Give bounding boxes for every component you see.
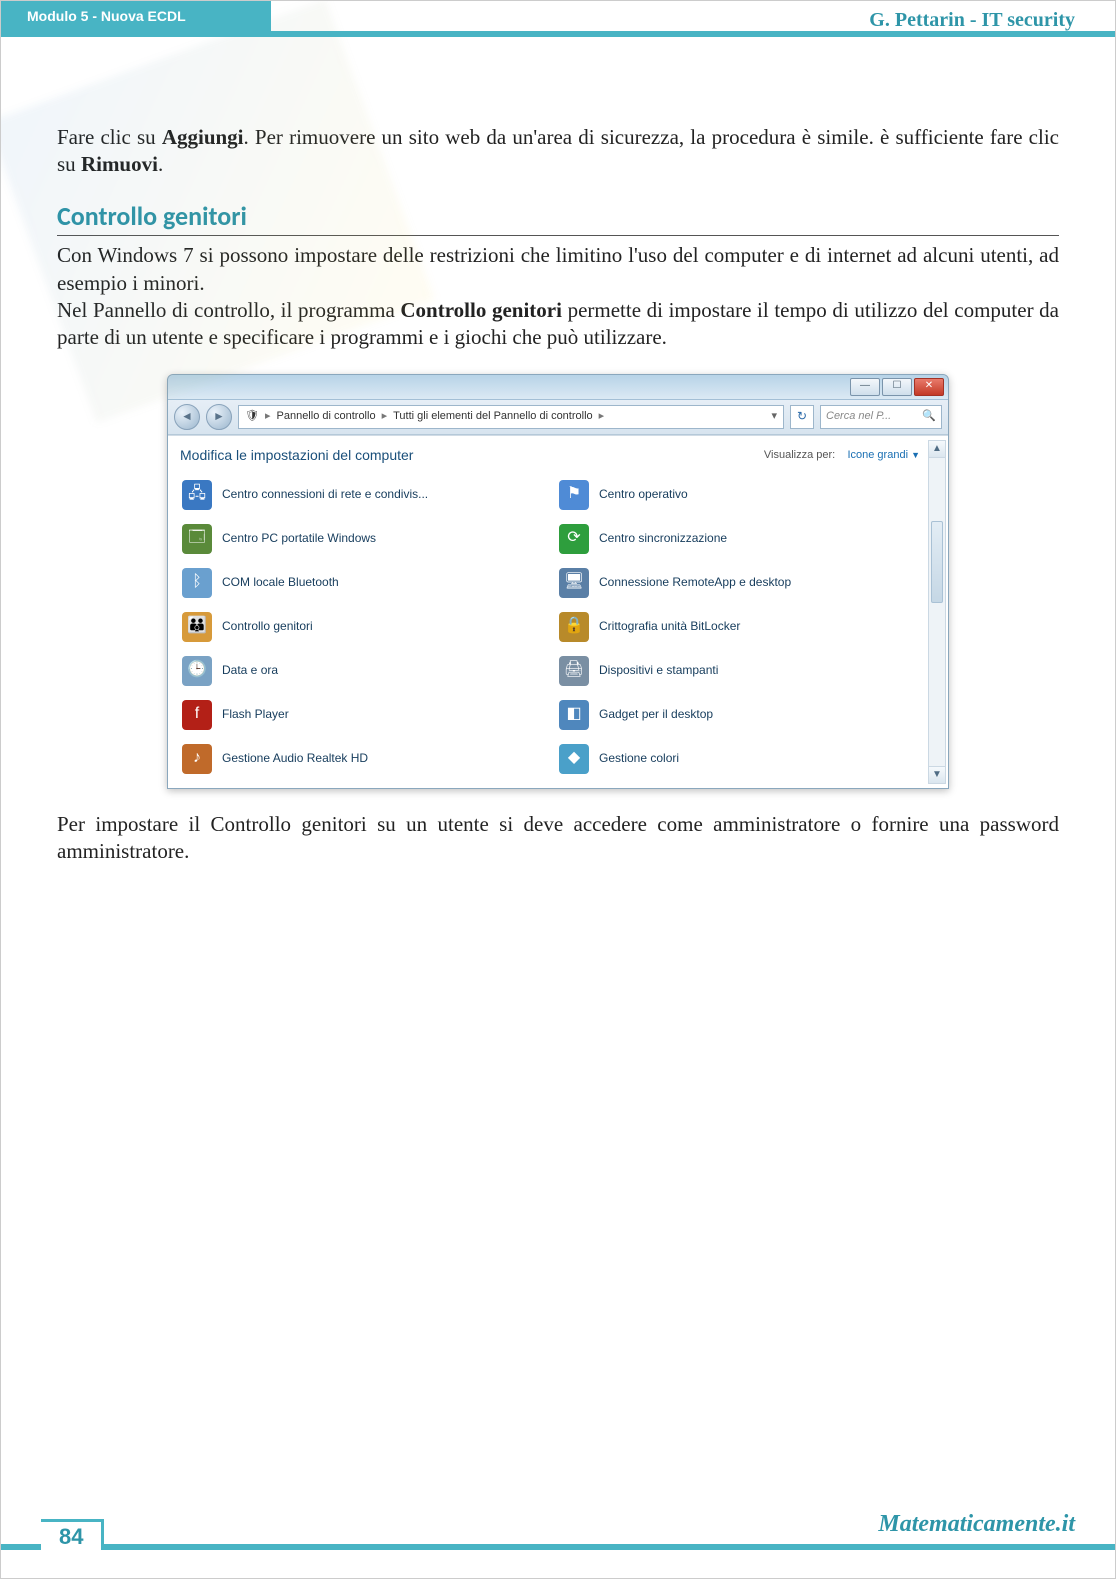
scroll-thumb[interactable] <box>931 521 943 603</box>
control-panel-item[interactable]: 🕒 Data e ora <box>180 652 547 690</box>
address-bar-row: ◄ ► 🛡 ▸ Pannello di controllo ▸ Tutti gl… <box>168 400 948 435</box>
control-panel-item-icon: ◆ <box>559 744 589 774</box>
control-panel-item-label: Flash Player <box>222 708 289 722</box>
header-bar: Modulo 5 - Nuova ECDL G. Pettarin - IT s… <box>1 1 1115 47</box>
footer-site: Matematicamente.it <box>878 1511 1075 1538</box>
control-panel-item[interactable]: 🖧 Centro connessioni di rete e condivis..… <box>180 476 547 514</box>
control-panel-item[interactable]: 👪 Controllo genitori <box>180 608 547 646</box>
bold-rimuovi: Rimuovi <box>81 152 158 176</box>
control-panel-item-icon: 👪 <box>182 612 212 642</box>
control-panel-item-label: Centro operativo <box>599 488 688 502</box>
control-panel-item-icon: 🖥 <box>559 568 589 598</box>
control-panel-item-label: Data e ora <box>222 664 278 678</box>
control-panel-item-icon: 🕒 <box>182 656 212 686</box>
control-panel-item[interactable]: ᛒ COM locale Bluetooth <box>180 564 547 602</box>
page: Modulo 5 - Nuova ECDL G. Pettarin - IT s… <box>0 0 1116 1579</box>
nav-forward-button[interactable]: ► <box>206 404 232 430</box>
control-panel-item-label: Crittografia unità BitLocker <box>599 620 740 634</box>
body-content: Fare clic su Aggiungi. Per rimuovere un … <box>1 47 1115 865</box>
section-title: Controllo genitori <box>57 200 1059 234</box>
control-panel-item[interactable]: 🖨 Dispositivi e stampanti <box>557 652 924 690</box>
page-number: 84 <box>41 1519 104 1550</box>
search-placeholder: Cerca nel P... <box>826 409 891 423</box>
control-panel-items-grid: 🖧 Centro connessioni di rete e condivis..… <box>180 476 948 778</box>
header-left-title: Modulo 5 - Nuova ECDL <box>1 1 271 31</box>
control-panel-item-label: Dispositivi e stampanti <box>599 664 718 678</box>
bold-controllo-genitori: Controllo genitori <box>400 298 562 322</box>
text: Fare clic su <box>57 125 162 149</box>
nav-back-button[interactable]: ◄ <box>174 404 200 430</box>
minimize-button[interactable]: — <box>850 378 880 396</box>
paragraph-3: Nel Pannello di controllo, il programma … <box>57 297 1059 352</box>
bold-aggiungi: Aggiungi <box>162 125 244 149</box>
control-panel-item[interactable]: 🖥 Connessione RemoteApp e desktop <box>557 564 924 602</box>
control-panel-item-icon: ◧ <box>559 700 589 730</box>
control-panel-item-label: Gestione colori <box>599 752 679 766</box>
control-panel-item-icon: 🖧 <box>182 480 212 510</box>
control-panel-item-icon: ⟳ <box>559 524 589 554</box>
control-panel-item-label: Centro sincronizzazione <box>599 532 727 546</box>
chevron-down-icon[interactable]: ▼ <box>911 450 920 460</box>
chevron-down-icon[interactable]: ▾ <box>771 409 777 423</box>
control-panel-item-icon: 🔒 <box>559 612 589 642</box>
breadcrumb-2[interactable]: Tutti gli elementi del Pannello di contr… <box>393 409 593 423</box>
control-panel-window: — ☐ ✕ ◄ ► 🛡 ▸ Pannello di controllo ▸ Tu… <box>167 374 949 789</box>
vertical-scrollbar[interactable]: ▲ ▼ <box>928 440 946 784</box>
control-panel-item-icon: 🗔 <box>182 524 212 554</box>
text: . <box>158 152 163 176</box>
control-panel-item[interactable]: ⟳ Centro sincronizzazione <box>557 520 924 558</box>
text: Nel Pannello di controllo, il programma <box>57 298 400 322</box>
control-panel-item-label: Connessione RemoteApp e desktop <box>599 576 791 590</box>
scroll-up-arrow-icon[interactable]: ▲ <box>929 441 945 458</box>
breadcrumb-1[interactable]: Pannello di controllo <box>277 409 376 423</box>
control-panel-item-icon: ⚑ <box>559 480 589 510</box>
paragraph-1: Fare clic su Aggiungi. Per rimuovere un … <box>57 124 1059 179</box>
chevron-right-icon: ▸ <box>382 409 388 423</box>
window-body: Modifica le impostazioni del computer Vi… <box>168 435 948 788</box>
control-panel-item-icon: ᛒ <box>182 568 212 598</box>
scroll-down-arrow-icon[interactable]: ▼ <box>929 766 945 783</box>
view-by-value[interactable]: Icone grandi <box>847 449 908 461</box>
footer: Matematicamente.it 84 <box>1 1508 1115 1578</box>
control-panel-item-icon: ♪ <box>182 744 212 774</box>
screenshot-container: — ☐ ✕ ◄ ► 🛡 ▸ Pannello di controllo ▸ Tu… <box>57 374 1059 789</box>
maximize-button[interactable]: ☐ <box>882 378 912 396</box>
control-panel-item[interactable]: 🗔 Centro PC portatile Windows <box>180 520 547 558</box>
control-panel-item[interactable]: ◧ Gadget per il desktop <box>557 696 924 734</box>
control-panel-item[interactable]: ⚑ Centro operativo <box>557 476 924 514</box>
breadcrumb[interactable]: 🛡 ▸ Pannello di controllo ▸ Tutti gli el… <box>238 405 784 429</box>
window-titlebar: — ☐ ✕ <box>168 375 948 400</box>
control-panel-item-label: Centro connessioni di rete e condivis... <box>222 488 428 502</box>
search-icon: 🔍 <box>922 409 936 423</box>
control-panel-item[interactable]: ♪ Gestione Audio Realtek HD <box>180 740 547 778</box>
chevron-right-icon: ▸ <box>265 409 271 423</box>
paragraph-2: Con Windows 7 si possono impostare delle… <box>57 242 1059 297</box>
view-by-label: Visualizza per: <box>764 449 835 461</box>
control-panel-item-label: Gestione Audio Realtek HD <box>222 752 368 766</box>
section-divider <box>57 235 1059 236</box>
control-panel-item-icon: 🖨 <box>559 656 589 686</box>
refresh-button[interactable]: ↻ <box>790 405 814 429</box>
control-panel-item-label: COM locale Bluetooth <box>222 576 339 590</box>
control-panel-item-label: Controllo genitori <box>222 620 313 634</box>
search-input[interactable]: Cerca nel P... 🔍 <box>820 405 942 429</box>
control-panel-item-icon: f <box>182 700 212 730</box>
control-panel-item-label: Gadget per il desktop <box>599 708 713 722</box>
control-panel-item[interactable]: f Flash Player <box>180 696 547 734</box>
chevron-right-icon: ▸ <box>599 409 605 423</box>
body-heading: Modifica le impostazioni del computer <box>180 446 413 464</box>
close-button[interactable]: ✕ <box>914 378 944 396</box>
control-panel-item-label: Centro PC portatile Windows <box>222 532 376 546</box>
header-right-title: G. Pettarin - IT security <box>869 9 1075 32</box>
body-header: Modifica le impostazioni del computer Vi… <box>180 446 948 464</box>
view-by: Visualizza per: Icone grandi ▼ <box>764 448 920 462</box>
control-panel-icon: 🛡 <box>245 409 259 423</box>
control-panel-item[interactable]: ◆ Gestione colori <box>557 740 924 778</box>
paragraph-4: Per impostare il Controllo genitori su u… <box>57 811 1059 866</box>
footer-line <box>1 1544 1115 1550</box>
control-panel-item[interactable]: 🔒 Crittografia unità BitLocker <box>557 608 924 646</box>
